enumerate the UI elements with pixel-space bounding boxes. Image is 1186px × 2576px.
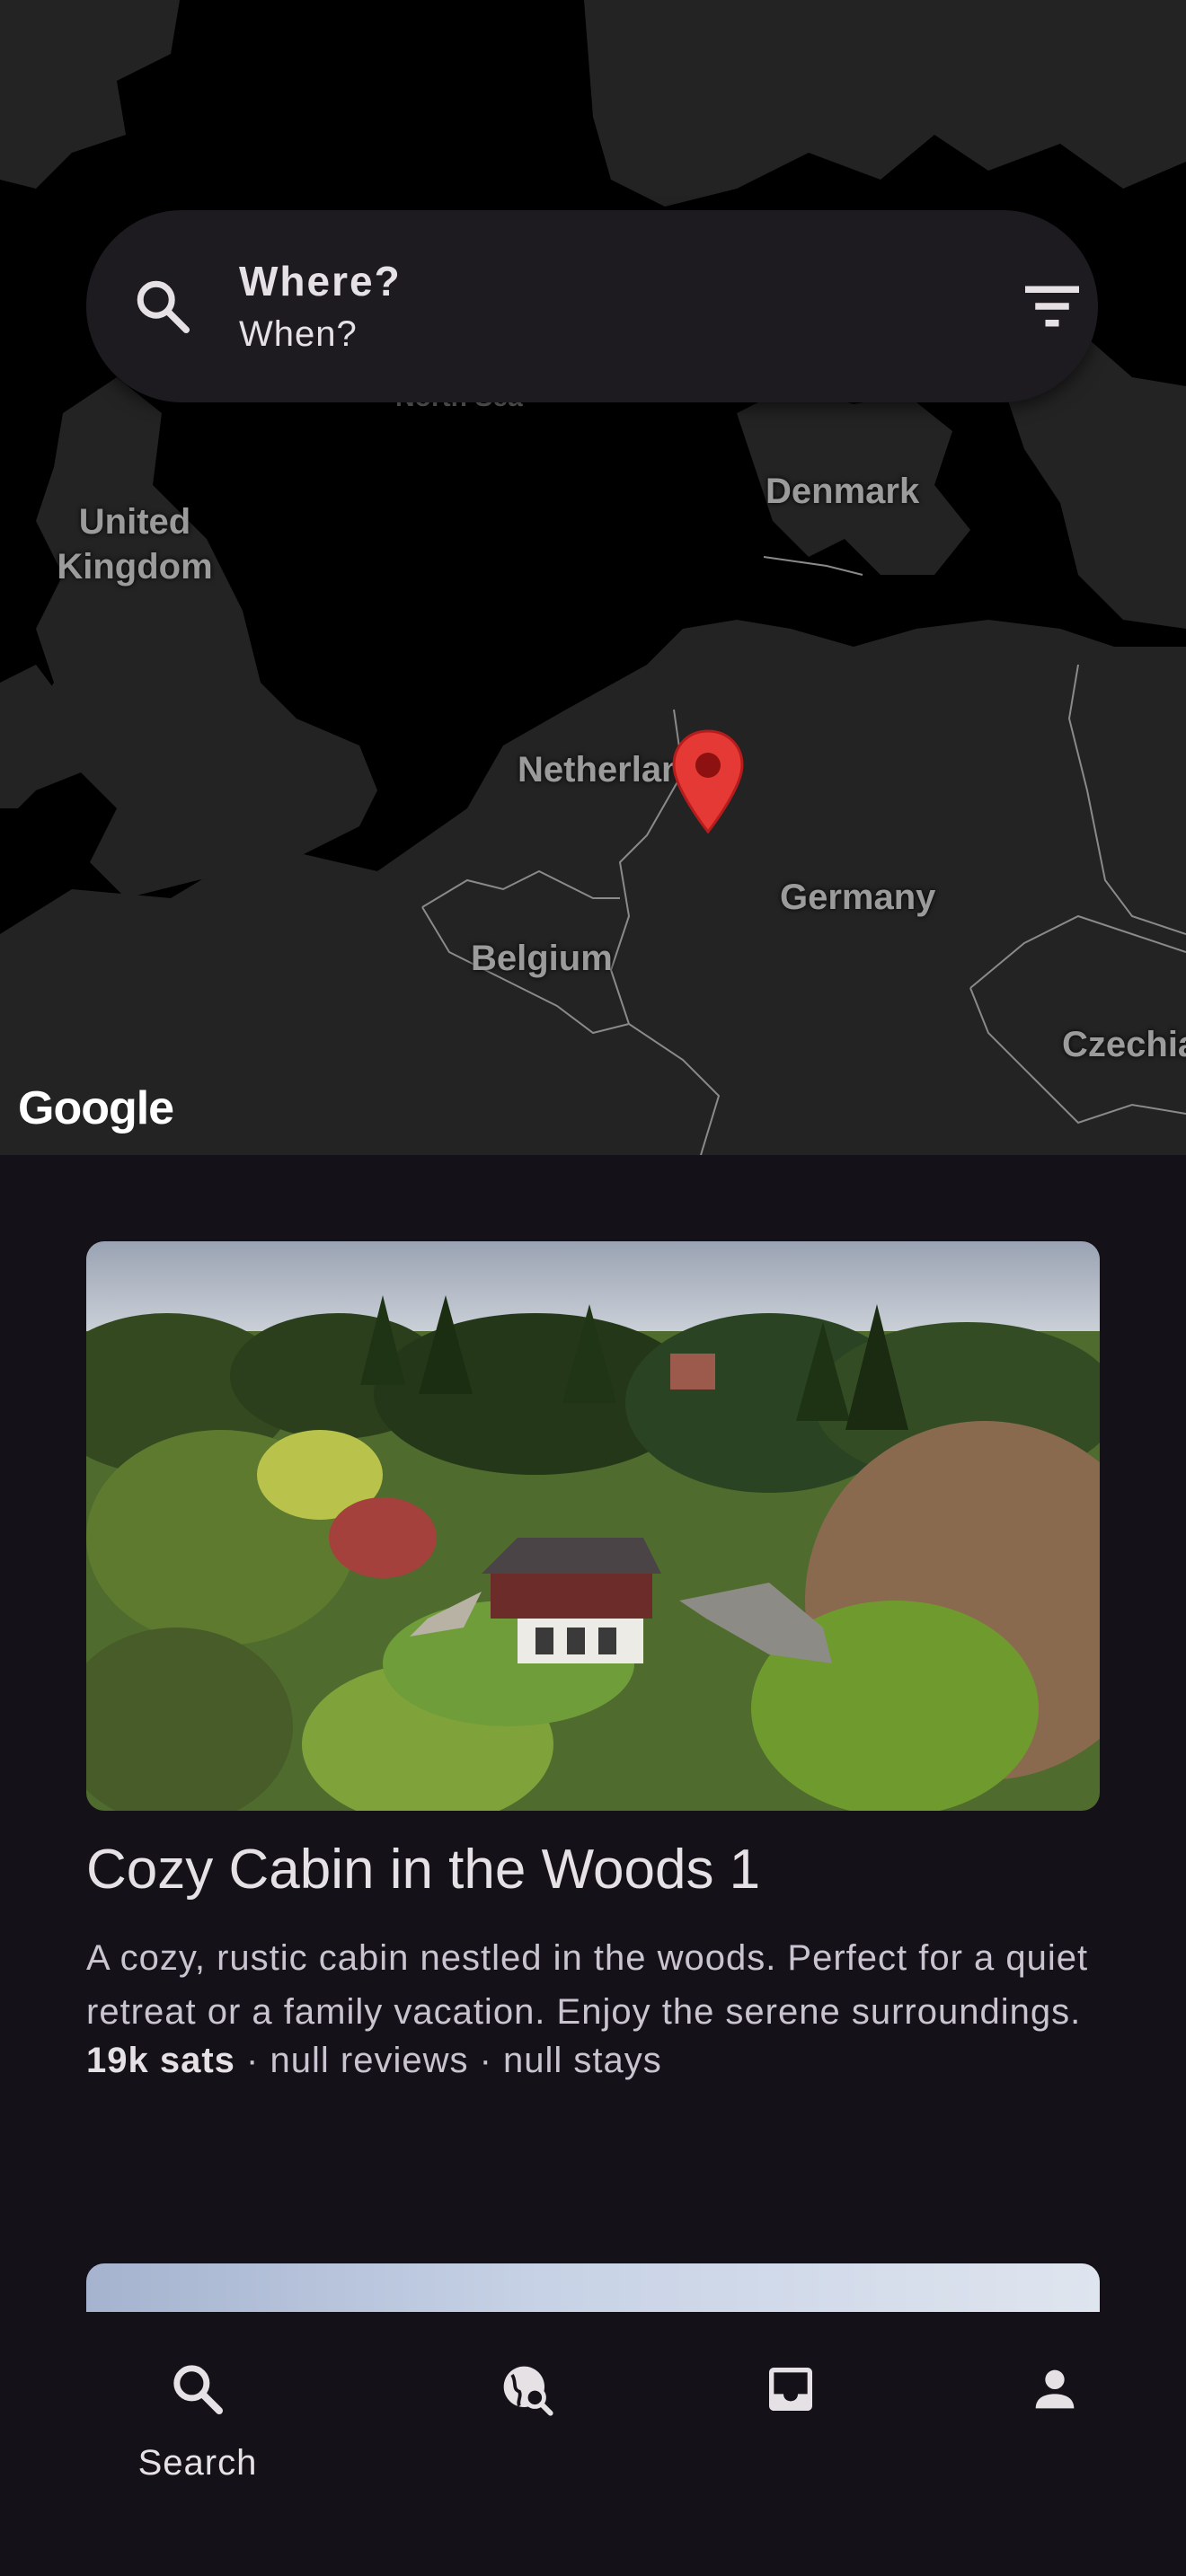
- inbox-icon: [769, 2368, 812, 2411]
- bottom-navigation: Search: [0, 2312, 1186, 2576]
- nav-label-search: Search: [137, 2443, 258, 2483]
- filter-icon: [1025, 286, 1079, 327]
- google-attribution: Google: [18, 1082, 174, 1134]
- listing-stays: null stays: [503, 2041, 662, 2080]
- when-field[interactable]: When?: [239, 314, 358, 355]
- listing-photo-next[interactable]: [86, 2263, 1100, 2317]
- filter-button[interactable]: [1012, 266, 1093, 347]
- search-bar[interactable]: Where? When?: [86, 210, 1098, 402]
- listing-reviews: null reviews: [270, 2041, 469, 2080]
- listing-title[interactable]: Cozy Cabin in the Woods 1: [86, 1838, 760, 1901]
- map-label-netherlands: Netherlan: [518, 750, 684, 790]
- nav-item-inbox[interactable]: [692, 2339, 890, 2483]
- app-screen: North Sea United Kingdom Denmark Netherl…: [0, 0, 1186, 2576]
- listing-photo-image: [86, 1241, 1100, 1811]
- meta-separator: ·: [246, 2041, 260, 2080]
- listing-description: A cozy, rustic cabin nestled in the wood…: [86, 1938, 1089, 2032]
- where-field[interactable]: Where?: [239, 257, 402, 305]
- listing-meta: 19k sats · null reviews · null stays: [86, 2041, 662, 2081]
- map-marker-pin[interactable]: [670, 729, 746, 834]
- nav-item-explore[interactable]: [428, 2339, 625, 2483]
- meta-separator: ·: [479, 2041, 492, 2080]
- map-label-czechia: Czechia: [1062, 1025, 1186, 1064]
- explore-search-icon: [503, 2366, 553, 2416]
- person-icon: [1035, 2369, 1075, 2409]
- map-label-belgium: Belgium: [471, 939, 613, 978]
- search-icon: [173, 2365, 223, 2414]
- nav-item-profile[interactable]: [956, 2339, 1154, 2483]
- listing-photo[interactable]: [86, 1241, 1100, 1811]
- search-icon: [131, 275, 194, 342]
- map-label-germany: Germany: [780, 878, 936, 917]
- listing-price: 19k sats: [86, 2041, 235, 2080]
- map-view[interactable]: North Sea United Kingdom Denmark Netherl…: [0, 0, 1186, 1155]
- map-label-united-kingdom: United Kingdom: [57, 502, 213, 587]
- nav-item-search[interactable]: Search: [99, 2339, 296, 2483]
- map-label-denmark: Denmark: [766, 472, 920, 511]
